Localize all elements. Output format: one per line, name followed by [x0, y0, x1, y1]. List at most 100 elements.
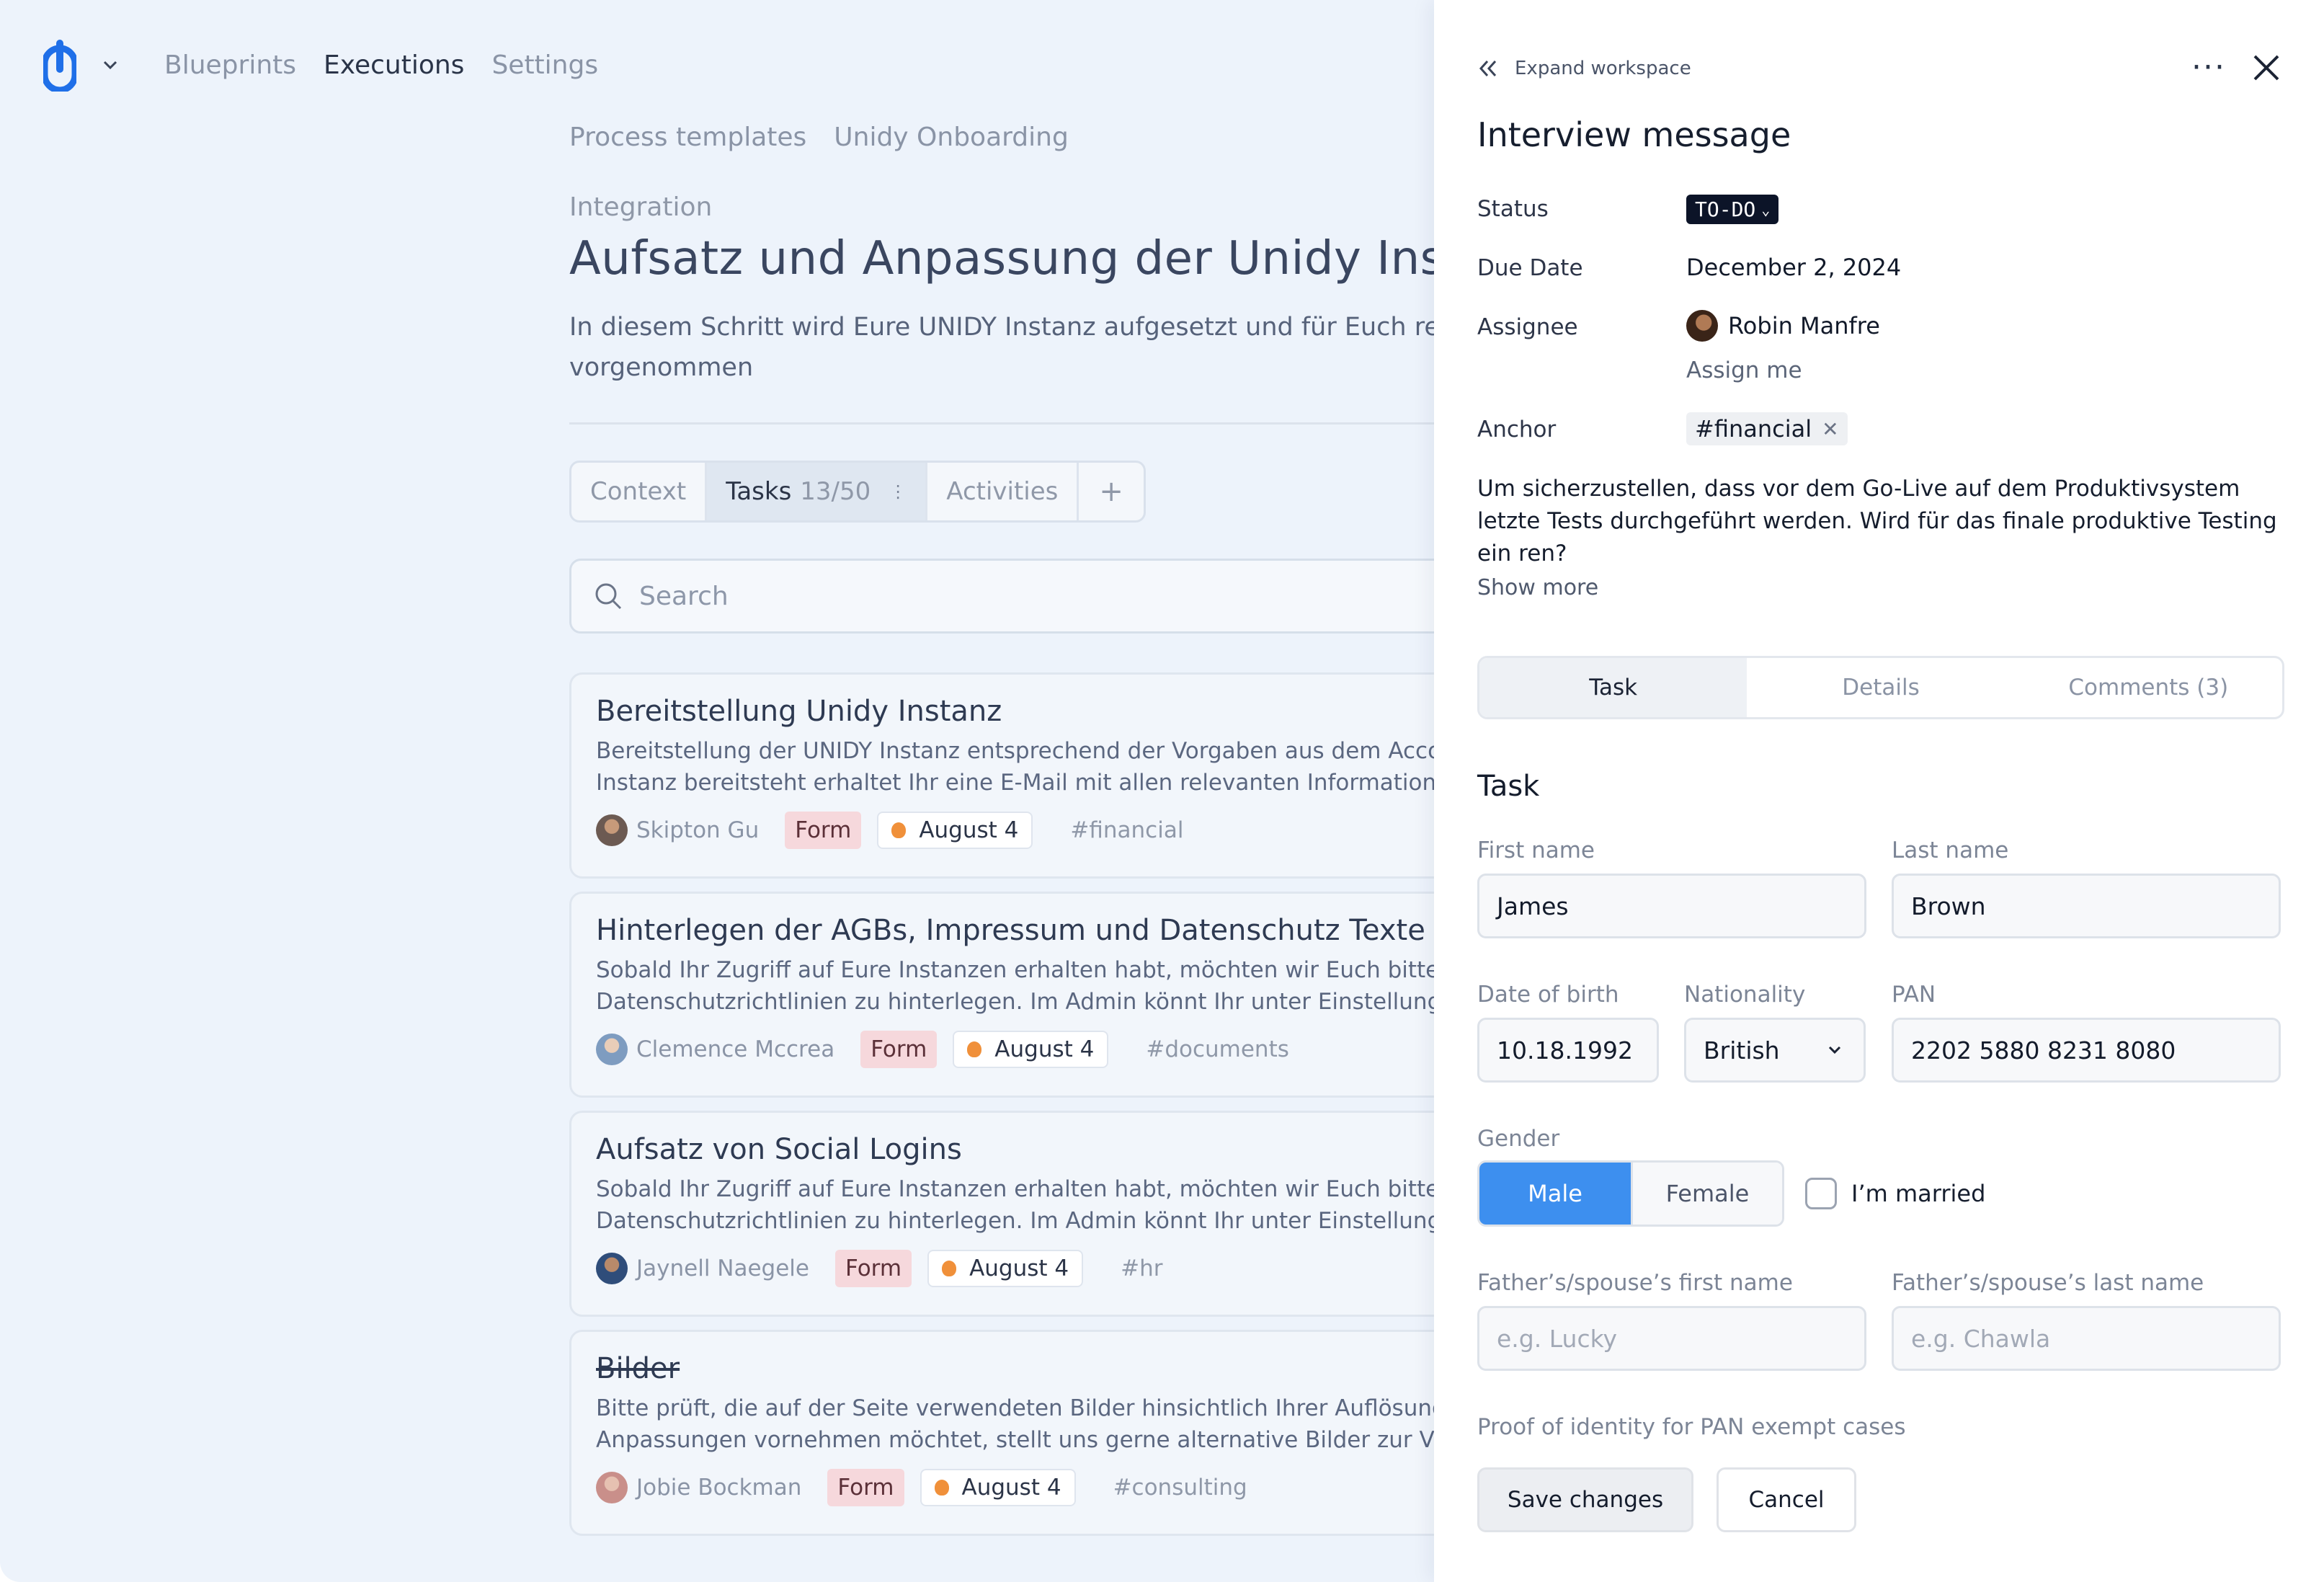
- pan-field[interactable]: 2202 5880 8231 8080: [1892, 1018, 2281, 1083]
- expand-workspace-button[interactable]: Expand workspace: [1477, 58, 1691, 79]
- tab-activities[interactable]: Activities: [927, 463, 1079, 520]
- breadcrumb-item-process-templates[interactable]: Process templates: [569, 123, 806, 152]
- close-icon[interactable]: [2252, 53, 2281, 82]
- father-last-name-field[interactable]: e.g. Chawla: [1892, 1306, 2281, 1371]
- tab-context-label: Context: [590, 477, 687, 506]
- first-name-label: First name: [1477, 837, 1595, 863]
- married-checkbox[interactable]: [1805, 1178, 1837, 1209]
- tab-context[interactable]: Context: [571, 463, 708, 520]
- nav-item-blueprints[interactable]: Blueprints: [164, 50, 296, 80]
- tab-task[interactable]: Task: [1479, 658, 1748, 717]
- task-card-assignee: Skipton Gu: [636, 817, 760, 843]
- last-name-field[interactable]: Brown: [1892, 874, 2281, 938]
- cancel-button[interactable]: Cancel: [1717, 1467, 1856, 1532]
- remove-icon[interactable]: ✕: [1822, 417, 1838, 441]
- task-card-meta: Jaynell Naegele Form August 4 #hr: [596, 1248, 1434, 1289]
- task-card[interactable]: Bereitstellung Unidy Instanz Bereitstell…: [569, 672, 1434, 879]
- due-date-chip: August 4: [927, 1250, 1084, 1287]
- task-card[interactable]: Aufsatz von Social Logins Sobald Ihr Zug…: [569, 1111, 1434, 1317]
- gender-female-option[interactable]: Female: [1631, 1163, 1782, 1225]
- task-card-tag[interactable]: #hr: [1121, 1256, 1162, 1281]
- task-card-title: Hinterlegen der AGBs, Impressum und Date…: [596, 914, 1425, 947]
- task-card-description: Sobald Ihr Zugriff auf Eure Instanzen er…: [596, 954, 1434, 1018]
- anchor-label: Anchor: [1477, 417, 1557, 443]
- avatar: [596, 1034, 628, 1065]
- task-card-description-line: Anpassungen vornehmen möchtet, stellt un…: [596, 1427, 1434, 1453]
- date-of-birth-field[interactable]: 10.18.1992: [1477, 1018, 1659, 1083]
- breadcrumb-item-unidy-onboarding[interactable]: Unidy Onboarding: [834, 123, 1069, 152]
- status-value: TO-DO: [1695, 197, 1756, 221]
- proof-of-identity-label: Proof of identity for PAN exempt cases: [1477, 1414, 1906, 1440]
- nav-item-settings[interactable]: Settings: [491, 50, 598, 80]
- page-description-line: In diesem Schritt wird Eure UNIDY Instan…: [569, 313, 1434, 342]
- more-options-icon[interactable]: ···: [2191, 52, 2226, 84]
- nationality-value: British: [1704, 1036, 1780, 1065]
- task-list: Bereitstellung Unidy Instanz Bereitstell…: [569, 672, 1434, 1536]
- tab-comments[interactable]: Comments (3): [2015, 658, 2282, 717]
- status-dropdown[interactable]: TO-DO ⌄: [1686, 195, 1779, 224]
- panel-actions: ···: [2191, 52, 2281, 84]
- task-card-meta: Clemence Mccrea Form August 4 #documents: [596, 1029, 1434, 1070]
- date-of-birth-label: Date of birth: [1477, 982, 1619, 1008]
- pan-label: PAN: [1892, 982, 1936, 1008]
- nav-links: Blueprints Executions Settings: [164, 50, 598, 80]
- gender-toggle: Male Female: [1477, 1160, 1784, 1227]
- task-card[interactable]: Bilder Bitte prüft, die auf der Seite ve…: [569, 1330, 1434, 1536]
- flame-icon: [942, 1261, 957, 1276]
- task-card-title: Aufsatz von Social Logins: [596, 1133, 962, 1166]
- father-first-name-field[interactable]: e.g. Lucky: [1477, 1306, 1866, 1371]
- save-changes-button[interactable]: Save changes: [1477, 1467, 1693, 1532]
- form-badge: Form: [860, 1031, 938, 1068]
- gender-label: Gender: [1477, 1126, 1560, 1152]
- page-description: In diesem Schritt wird Eure UNIDY Instan…: [569, 307, 1434, 388]
- due-date-chip: August 4: [877, 812, 1033, 849]
- status-badge[interactable]: TO-DO ⌄: [1686, 195, 1779, 224]
- gender-male-option[interactable]: Male: [1479, 1163, 1631, 1225]
- task-card-assignee: Jaynell Naegele: [636, 1256, 809, 1281]
- nav-item-executions[interactable]: Executions: [324, 50, 464, 80]
- task-card-meta: Skipton Gu Form August 4 #financial: [596, 810, 1434, 850]
- breadcrumb: Process templates Unidy Onboarding: [569, 123, 1434, 152]
- show-more-link[interactable]: Show more: [1477, 575, 1598, 600]
- tab-activities-label: Activities: [946, 477, 1059, 506]
- tab-tasks[interactable]: Tasks 13/50 ⋮: [707, 463, 928, 520]
- avatar: [596, 1253, 628, 1284]
- task-card-description-line: Datenschutzrichtlinien zu hinterlegen. I…: [596, 989, 1434, 1015]
- form-badge: Form: [785, 812, 862, 849]
- due-date-label: August 4: [994, 1036, 1095, 1062]
- status-label: Status: [1477, 196, 1549, 222]
- form-badge: Form: [827, 1469, 904, 1506]
- assignee-value[interactable]: Robin Manfre: [1686, 310, 1880, 342]
- flame-icon: [891, 822, 907, 838]
- search-placeholder: Search: [639, 581, 729, 611]
- married-label: I’m married: [1851, 1180, 1986, 1207]
- search-input[interactable]: Search: [569, 559, 1434, 634]
- add-tab-button[interactable]: +: [1079, 463, 1144, 520]
- anchor-chip[interactable]: #financial ✕: [1686, 412, 1848, 445]
- due-date-value[interactable]: December 2, 2024: [1686, 254, 1901, 281]
- tab-tasks-label: Tasks: [726, 477, 792, 506]
- kebab-menu-icon[interactable]: ⋮: [889, 481, 907, 502]
- task-card-description: Bereitstellung der UNIDY Instanz entspre…: [596, 735, 1434, 799]
- chevron-down-icon[interactable]: [99, 54, 121, 76]
- task-card-tag[interactable]: #documents: [1146, 1036, 1289, 1062]
- task-card-tag[interactable]: #financial: [1070, 817, 1183, 843]
- due-date-label: Due Date: [1477, 255, 1583, 281]
- avatar: [596, 814, 628, 846]
- tab-details[interactable]: Details: [1747, 658, 2014, 717]
- nationality-select[interactable]: British: [1684, 1018, 1866, 1083]
- task-card-tag[interactable]: #consulting: [1113, 1475, 1247, 1501]
- task-card[interactable]: Hinterlegen der AGBs, Impressum und Date…: [569, 892, 1434, 1098]
- app-logo-icon[interactable]: [43, 37, 84, 92]
- task-card-description-line: Datenschutzrichtlinien zu hinterlegen. I…: [596, 1208, 1434, 1234]
- chevron-down-icon: ⌄: [1761, 200, 1771, 218]
- assign-me-link[interactable]: Assign me: [1686, 357, 1802, 383]
- page-kicker: Integration: [569, 192, 713, 222]
- assignee-name: Robin Manfre: [1728, 312, 1880, 339]
- married-checkbox-row[interactable]: I’m married: [1805, 1178, 1985, 1209]
- first-name-field[interactable]: James: [1477, 874, 1866, 938]
- anchor-chip-label: #financial: [1695, 415, 1812, 443]
- task-card-title: Bilder: [596, 1352, 680, 1385]
- task-card-description: Sobald Ihr Zugriff auf Eure Instanzen er…: [596, 1173, 1434, 1237]
- task-card-assignee: Jobie Bockman: [636, 1475, 802, 1501]
